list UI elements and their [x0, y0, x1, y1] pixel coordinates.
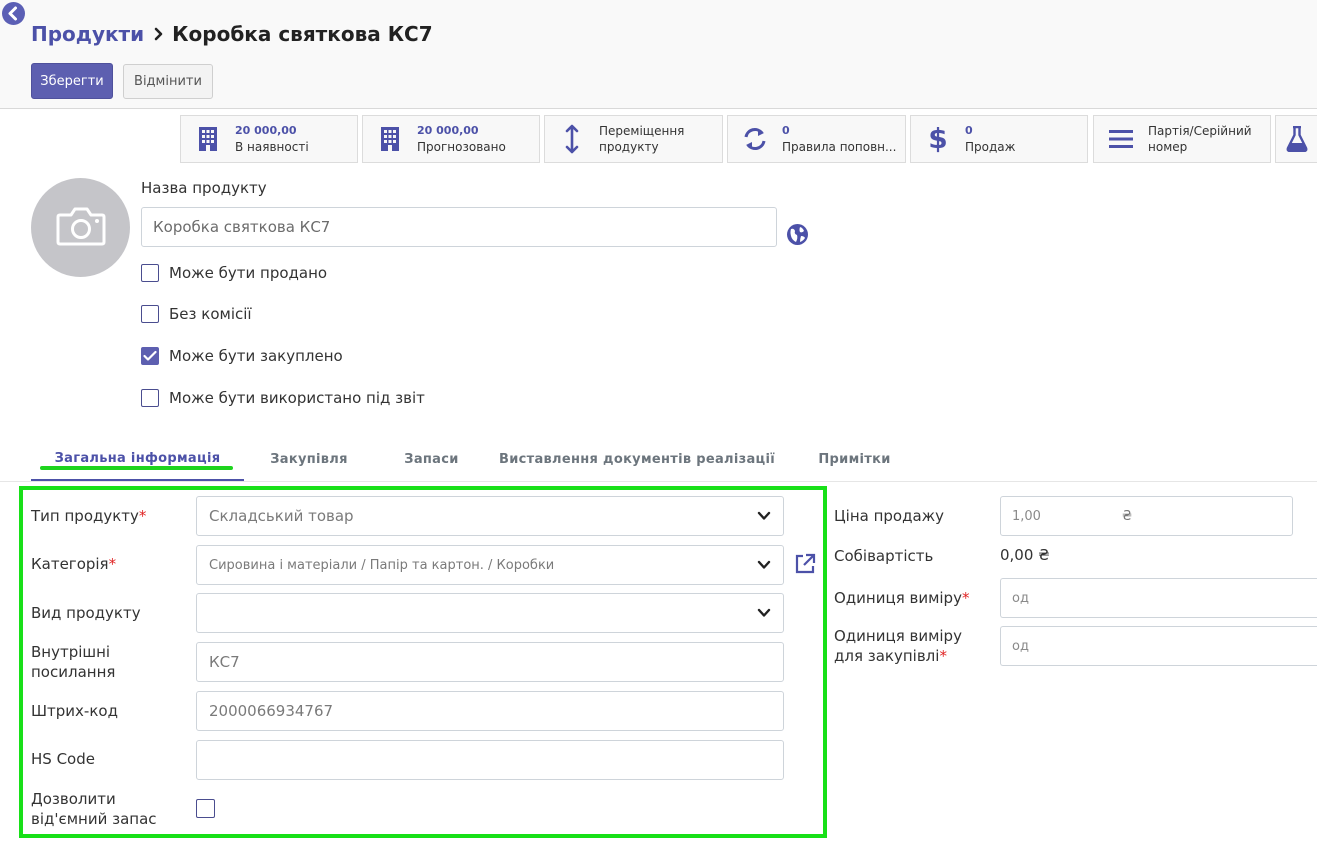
sale-price-value: 1,00 [1012, 508, 1041, 524]
checkbox-label: Без комісії [169, 305, 252, 323]
on-hand-label: В наявності [235, 140, 309, 154]
product-type-value: Складський товар [209, 507, 354, 525]
tab-general-information[interactable]: Загальна інформація [31, 437, 244, 481]
smart-button-reorder-rules[interactable]: 0 Правила поповн... [727, 115, 906, 163]
globe-icon[interactable] [786, 223, 809, 246]
tab-purchase[interactable]: Закупівля [244, 437, 374, 481]
smart-button-forecasted[interactable]: 20 000,00 Прогнозовано [362, 115, 540, 163]
smart-button-more[interactable] [1275, 115, 1317, 163]
internal-reference-input[interactable]: КС7 [196, 642, 784, 682]
checkbox-label: Може бути використано під звіт [169, 389, 425, 407]
smart-button-product-moves[interactable]: Переміщення продукту [544, 115, 723, 163]
tab-invoicing[interactable]: Виставлення документів реалізації [489, 437, 785, 481]
external-link-icon[interactable] [794, 553, 816, 575]
checkbox[interactable] [141, 305, 159, 323]
currency-symbol: ₴ [1122, 508, 1133, 524]
hs-code-input[interactable] [196, 740, 784, 780]
dollar-icon: $ [928, 122, 948, 155]
reorder-rules-label: Правила поповн... [782, 140, 897, 154]
lots-serials-label-line1: Партія/Серійний [1148, 124, 1252, 138]
checkbox-checked[interactable] [141, 347, 159, 365]
hs-code-label: HS Code [31, 750, 95, 768]
product-kind-label: Вид продукту [31, 604, 141, 622]
product-moves-label-line2: продукту [599, 140, 659, 154]
flask-icon [1276, 126, 1317, 152]
discard-button[interactable]: Відмінити [123, 64, 213, 99]
breadcrumb-separator-icon [154, 27, 164, 41]
tab-notes[interactable]: Примітки [785, 437, 924, 481]
checkbox-can-be-sold[interactable]: Може бути продано [141, 261, 327, 285]
on-hand-value: 20 000,00 [235, 124, 297, 137]
product-kind-select[interactable] [196, 593, 784, 633]
uom-label: Одиниця виміру* [834, 589, 970, 607]
sale-price-label: Ціна продажу [834, 507, 945, 525]
allow-negative-stock-checkbox[interactable] [196, 799, 215, 818]
sale-price-input[interactable]: 1,00 ₴ [1000, 496, 1293, 536]
breadcrumb-parent-link[interactable]: Продукти [31, 22, 144, 46]
chevron-down-icon [757, 511, 771, 520]
checkbox-label: Може бути продано [169, 264, 328, 282]
refresh-icon [728, 127, 782, 151]
save-button[interactable]: Зберегти [31, 63, 113, 99]
smart-button-sales[interactable]: $ 0 Продаж [910, 115, 1088, 163]
product-moves-label-line1: Переміщення [599, 124, 685, 138]
checkbox-label: Може бути закуплено [169, 347, 343, 365]
chevron-down-icon [757, 560, 771, 569]
barcode-label: Штрих-код [31, 702, 118, 720]
product-name-input[interactable]: Коробка святкова КС7 [141, 207, 777, 247]
allow-negative-stock-label: Дозволити від'ємний запас [31, 790, 157, 828]
barcode-input[interactable]: 2000066934767 [196, 691, 784, 731]
forecasted-label: Прогнозовано [417, 140, 506, 154]
up-down-arrows-icon [545, 124, 599, 154]
building-icon [363, 126, 417, 152]
camera-icon [56, 206, 106, 250]
bars-icon [1094, 129, 1148, 149]
product-type-select[interactable]: Складський товар [196, 496, 784, 536]
product-name-label: Назва продукту [141, 179, 267, 197]
checkbox[interactable] [141, 389, 159, 407]
sales-label: Продаж [965, 140, 1016, 154]
annotation-underline [40, 466, 233, 470]
checkbox-no-commission[interactable]: Без комісії [141, 302, 252, 326]
category-value: Сировина і матеріали / Папір та картон. … [209, 557, 555, 573]
checkbox[interactable] [141, 264, 159, 282]
cost-value: 0,00 ₴ [1000, 546, 1050, 564]
checkbox-can-be-purchased[interactable]: Може бути закуплено [141, 344, 343, 368]
internal-reference-label: Внутрішні посилання [31, 643, 116, 681]
page-title: Коробка святкова КС7 [172, 22, 433, 46]
tab-inventory[interactable]: Запаси [374, 437, 489, 481]
building-icon [181, 126, 235, 152]
category-label: Категорія* [31, 555, 117, 573]
reorder-rules-value: 0 [782, 124, 790, 137]
chevron-down-icon [757, 608, 771, 617]
uom-input[interactable]: од [1000, 578, 1317, 618]
purchase-uom-label: Одиниця виміру для закупівлі* [834, 627, 962, 665]
checkbox-can-be-expensed[interactable]: Може бути використано під звіт [141, 386, 425, 410]
smart-button-on-hand[interactable]: 20 000,00 В наявності [180, 115, 358, 163]
smart-button-lots-serials[interactable]: Партія/Серійний номер [1093, 115, 1271, 163]
lots-serials-label-line2: номер [1148, 140, 1188, 154]
sales-value: 0 [965, 124, 973, 137]
back-arrow-icon[interactable] [2, 2, 25, 25]
breadcrumb: Продукти Коробка святкова КС7 [31, 20, 433, 48]
product-image-placeholder[interactable] [31, 178, 130, 277]
cost-label: Собівартість [834, 547, 934, 565]
purchase-uom-input[interactable]: од [1000, 626, 1317, 666]
tabs-divider [0, 481, 1317, 482]
category-select[interactable]: Сировина і матеріали / Папір та картон. … [196, 545, 784, 585]
checkmark-icon [143, 350, 157, 361]
product-type-label: Тип продукту* [31, 507, 147, 525]
forecasted-value: 20 000,00 [417, 124, 479, 137]
